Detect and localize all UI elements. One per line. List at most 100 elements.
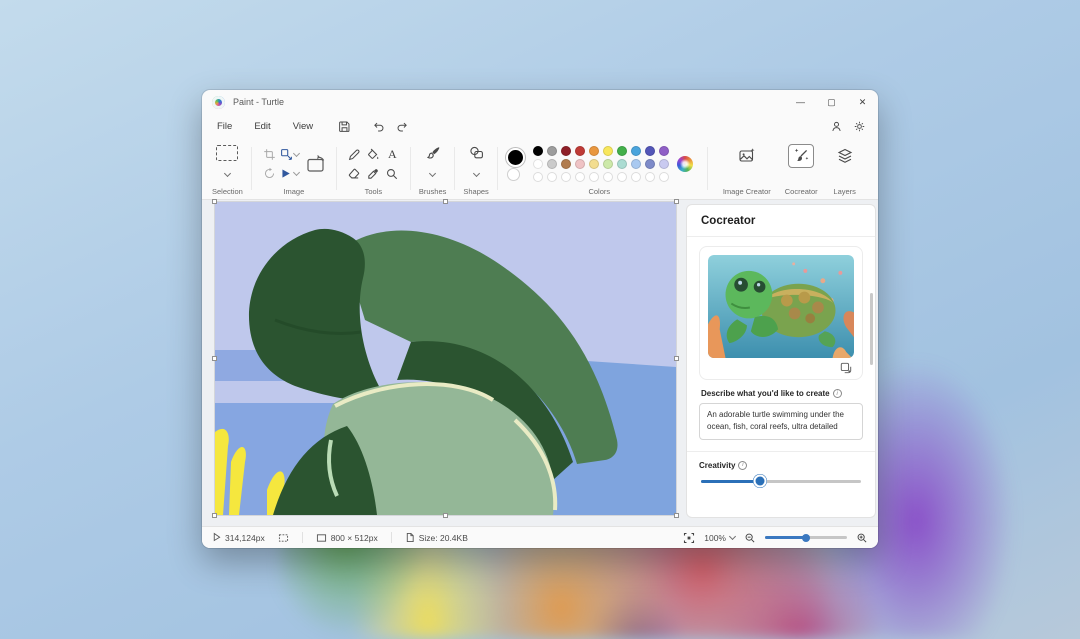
selection-handle[interactable] (674, 356, 679, 361)
palette-color[interactable] (645, 146, 655, 156)
palette-empty-slot[interactable] (575, 172, 585, 182)
selection-handle[interactable] (674, 513, 679, 518)
undo-button[interactable] (366, 117, 390, 135)
fit-to-screen-icon[interactable] (683, 532, 695, 544)
palette-empty-slot[interactable] (547, 172, 557, 182)
prompt-input[interactable]: An adorable turtle swimming under the oc… (699, 403, 863, 440)
palette-empty-slot[interactable] (561, 172, 571, 182)
palette-color[interactable] (645, 159, 655, 169)
title-bar[interactable]: Paint - Turtle — ▢ ✕ (202, 90, 878, 114)
palette-color[interactable] (575, 146, 585, 156)
palette-color[interactable] (631, 146, 641, 156)
rotate-icon[interactable] (263, 167, 276, 180)
secondary-color-swatch[interactable] (507, 168, 520, 181)
zoom-in-icon[interactable] (856, 532, 868, 544)
shapes-icon[interactable] (468, 145, 485, 161)
palette-empty-slot[interactable] (631, 172, 641, 182)
chevron-down-icon[interactable] (429, 169, 436, 176)
palette-color[interactable] (533, 146, 543, 156)
selection-handle[interactable] (212, 199, 217, 204)
eraser-tool-icon[interactable] (347, 167, 361, 181)
palette-color[interactable] (603, 159, 613, 169)
toolbar-divider (454, 147, 455, 190)
chevron-down-icon[interactable] (473, 169, 480, 176)
menu-view[interactable]: View (282, 118, 324, 135)
shapes-group[interactable]: Shapes (457, 138, 494, 199)
selection-handle[interactable] (443, 199, 448, 204)
palette-color[interactable] (575, 159, 585, 169)
maximize-button[interactable]: ▢ (816, 90, 847, 114)
menu-file[interactable]: File (206, 118, 243, 135)
edit-colors-wheel-icon[interactable] (677, 156, 693, 172)
palette-color[interactable] (589, 146, 599, 156)
zoom-slider-thumb[interactable] (802, 534, 810, 542)
drawing-canvas[interactable] (215, 202, 676, 515)
selection-group[interactable]: Selection (206, 138, 249, 199)
palette-empty-slot[interactable] (659, 172, 669, 182)
toolbar-divider (336, 147, 337, 190)
brushes-group[interactable]: Brushes (413, 138, 453, 199)
selection-handle[interactable] (443, 513, 448, 518)
settings-gear-icon[interactable] (853, 120, 866, 133)
palette-color[interactable] (631, 159, 641, 169)
zoom-level-dropdown[interactable]: 100% (704, 533, 735, 543)
selection-handle[interactable] (212, 356, 217, 361)
menu-edit[interactable]: Edit (243, 118, 281, 135)
account-icon[interactable] (830, 120, 843, 133)
toolbar-divider (410, 147, 411, 190)
panel-scrollbar[interactable] (870, 293, 873, 365)
fill-bucket-icon[interactable] (366, 148, 380, 162)
info-icon[interactable]: i (738, 461, 747, 470)
minimize-button[interactable]: — (785, 90, 816, 114)
redo-button[interactable] (390, 117, 414, 135)
rotate-canvas-icon[interactable] (304, 152, 328, 176)
palette-color[interactable] (547, 159, 557, 169)
selection-handle[interactable] (674, 199, 679, 204)
palette-color[interactable] (533, 159, 543, 169)
palette-empty-slot[interactable] (533, 172, 543, 182)
zoom-out-icon[interactable] (744, 532, 756, 544)
menu-bar: File Edit View (202, 114, 878, 138)
palette-empty-slot[interactable] (645, 172, 655, 182)
selection-tool-icon[interactable] (216, 145, 238, 161)
image-creator-button[interactable]: Image Creator (716, 138, 778, 199)
palette-color[interactable] (561, 146, 571, 156)
layers-button[interactable]: Layers (825, 138, 865, 199)
palette-color[interactable] (617, 146, 627, 156)
palette-color[interactable] (659, 159, 669, 169)
resize-button[interactable] (280, 148, 299, 161)
pencil-tool-icon[interactable] (347, 148, 361, 162)
canvas-selection[interactable] (215, 202, 676, 515)
cocreator-button[interactable]: Cocreator (778, 138, 825, 199)
creativity-slider-thumb[interactable] (756, 477, 765, 486)
palette-color[interactable] (561, 159, 571, 169)
eyedropper-tool-icon[interactable] (366, 167, 380, 181)
palette-color[interactable] (589, 159, 599, 169)
generated-turtle-image[interactable] (708, 255, 854, 358)
palette-color[interactable] (659, 146, 669, 156)
undo-icon (372, 120, 385, 133)
palette-color[interactable] (603, 146, 613, 156)
save-button[interactable] (332, 117, 356, 135)
ribbon-toolbar: Selection (202, 138, 878, 200)
zoom-slider[interactable] (765, 536, 847, 539)
palette-empty-slot[interactable] (617, 172, 627, 182)
brush-icon[interactable] (425, 145, 441, 161)
magnifier-tool-icon[interactable] (385, 167, 399, 181)
flip-button[interactable] (280, 167, 299, 180)
primary-color-swatch[interactable] (506, 148, 525, 167)
info-icon[interactable]: i (833, 389, 842, 398)
selection-handle[interactable] (212, 513, 217, 518)
palette-empty-slot[interactable] (589, 172, 599, 182)
text-tool-icon[interactable]: A (388, 147, 397, 162)
palette-color[interactable] (617, 159, 627, 169)
palette-empty-slot[interactable] (603, 172, 613, 182)
crop-icon[interactable] (263, 148, 276, 161)
chevron-down-icon[interactable] (224, 169, 231, 176)
close-button[interactable]: ✕ (847, 90, 878, 114)
shapes-group-label: Shapes (463, 187, 488, 196)
palette-color[interactable] (547, 146, 557, 156)
creativity-slider-fill (701, 480, 760, 483)
creativity-slider[interactable] (701, 480, 861, 483)
add-to-canvas-icon[interactable] (840, 362, 852, 374)
